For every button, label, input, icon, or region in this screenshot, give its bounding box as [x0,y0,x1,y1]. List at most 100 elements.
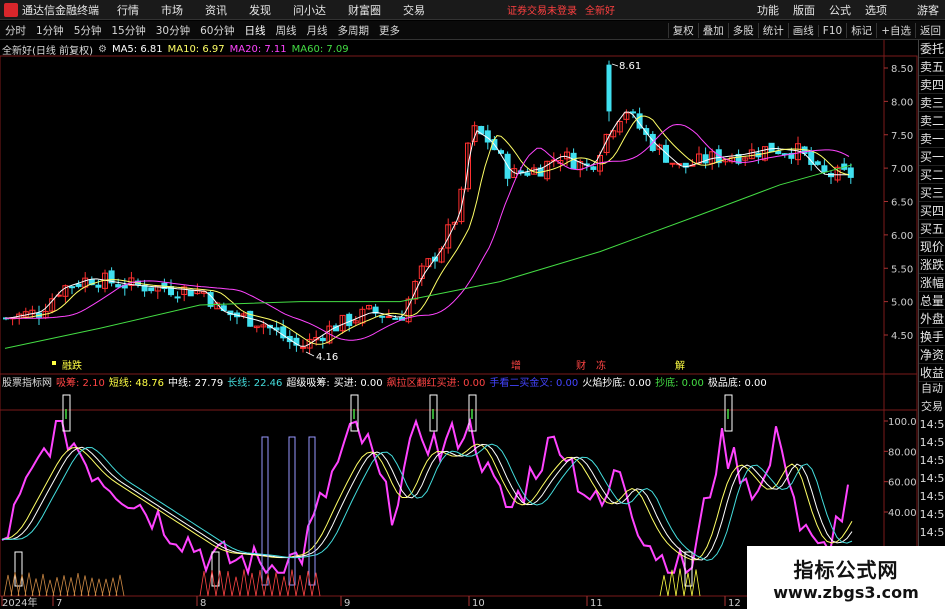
bottom-flame [691,569,701,597]
high-price-pointer [611,63,619,67]
menu-discover[interactable]: 发现 [249,2,271,18]
bottom-flame [45,579,55,597]
candle-body [174,296,181,299]
trade-field-0[interactable]: 自动 [919,380,945,398]
menu-market[interactable]: 市场 [161,2,183,18]
candle-body [821,165,828,173]
ind-golden-cross: 手看二买金叉: 0.00 [489,377,579,389]
indicator-tick-label: 40.00 [888,508,917,519]
candle-body [385,316,392,319]
watermark: 指标公式网 www.zbgs3.com [747,546,945,609]
menu-wealth[interactable]: 财富圈 [348,2,381,18]
indicator-main-line [1,417,849,577]
trade-field-7: 14:5 [919,508,945,521]
ind-absorb: 吸筹: 2.10 [56,377,105,389]
ind-bottom: 抄底: 0.00 [655,377,704,389]
marker-margin-drop-icon [52,361,56,365]
period-60min[interactable]: 60分钟 [195,23,239,38]
ma20-label: MA20: 7.11 [229,43,287,55]
tool-back[interactable]: 返回 [915,23,945,38]
bottom-flame [271,572,281,597]
period-5min[interactable]: 5分钟 [69,23,107,38]
menu-ask[interactable]: 问小达 [293,2,326,18]
bottom-flame [3,574,13,597]
marker-finance[interactable]: 财 [576,359,586,372]
ma20-line [5,123,850,341]
quote-field-8: 买三 [919,186,945,202]
signal-box[interactable] [211,551,220,587]
moving-averages [4,111,853,349]
bottom-flame [52,577,62,597]
tool-multi-stock[interactable]: 多股 [727,23,758,38]
candle-body [392,317,399,320]
candle-body [663,144,669,163]
login-warning[interactable]: 证券交易未登录 [507,2,577,17]
app-title: 通达信金融终端 [22,3,99,17]
quote-field-5: 卖一 [919,132,945,148]
period-15min[interactable]: 15分钟 [106,23,150,38]
marker-freeze[interactable]: 冻 [596,359,606,372]
menu-trade[interactable]: 交易 [403,2,425,18]
tool-statistics[interactable]: 统计 [757,23,788,38]
tool-add-watchlist[interactable]: +自选 [876,23,915,38]
stock-name: 全新好 [585,6,615,17]
indicator-lines [1,417,853,577]
quote-field-10: 买五 [919,222,945,238]
marker-unlock[interactable]: 解 [675,359,685,372]
bottom-flame [199,570,209,597]
menu-news[interactable]: 资讯 [205,2,227,18]
menu-options[interactable]: 选项 [865,2,887,18]
candle-body [570,152,577,170]
candle-body [319,337,326,342]
trade-field-6: 14:5 [919,490,945,503]
bottom-flame [59,575,69,597]
bottom-flame [303,570,313,597]
menu-quote[interactable]: 行情 [117,2,139,18]
time-tick-label: 2024年 [2,596,37,609]
indicator-axis: 100.0 80.00 60.00 40.00 [884,417,917,519]
tool-draw-line[interactable]: 画线 [787,23,818,38]
bottom-flame [87,577,97,597]
candle-body [775,150,782,155]
trade-field-8: 14:5 [919,526,945,539]
menu-layout[interactable]: 版面 [793,2,815,18]
tool-overlay[interactable]: 叠加 [697,23,728,38]
period-30min[interactable]: 30分钟 [151,23,195,38]
period-multi[interactable]: 多周期 [333,23,375,38]
trade-field-5: 14:5 [919,472,945,485]
price-tick-label: 5.50 [891,264,913,275]
quote-field-17: 净资 [919,348,945,364]
bottom-flame [247,572,257,597]
trade-field-1[interactable]: 交易 [919,398,945,416]
ind-best-bottom: 极品底: 0.00 [707,377,767,389]
period-tick[interactable]: 分时 [0,23,31,38]
tool-mark[interactable]: 标记 [846,23,876,38]
indicator-tick-label: 80.00 [888,447,917,458]
quote-field-4: 卖二 [919,114,945,130]
period-daily[interactable]: 日线 [240,23,271,38]
trade-field-2: 14:5 [919,418,945,431]
indicator-name[interactable]: 股票指标网 [2,374,52,389]
low-price-label: 4.16 [316,352,338,363]
candle-body [606,64,612,112]
candle-body [75,283,82,287]
menu-function[interactable]: 功能 [757,2,779,18]
absorb-bar [288,436,296,586]
period-more[interactable]: 更多 [374,23,405,38]
tool-restore-rights[interactable]: 复权 [667,23,698,38]
high-price-label: 8.61 [619,61,641,72]
chart-canvas[interactable]: 8.50 8.00 7.50 7.00 6.50 6.00 5.50 5.00 4.50 100… [0,40,918,609]
period-1min[interactable]: 1分钟 [31,23,69,38]
bottom-flame [231,576,241,597]
bottom-flame [108,577,118,597]
period-monthly[interactable]: 月线 [302,23,333,38]
settings-icon[interactable]: ⚙ [98,44,107,55]
marker-increase[interactable]: 增 [511,359,521,372]
marker-margin-drop[interactable]: 融跌 [62,359,82,372]
period-weekly[interactable]: 周线 [271,23,302,38]
tool-f10[interactable]: F10 [817,24,846,37]
menu-formula[interactable]: 公式 [829,2,851,18]
title-bar: 通达信金融终端 行情 市场 资讯 发现 问小达 财富圈 交易 证券交易未登录 全… [0,0,945,20]
price-tick-label: 8.50 [891,64,913,75]
guest-button[interactable]: 游客 [917,2,939,18]
